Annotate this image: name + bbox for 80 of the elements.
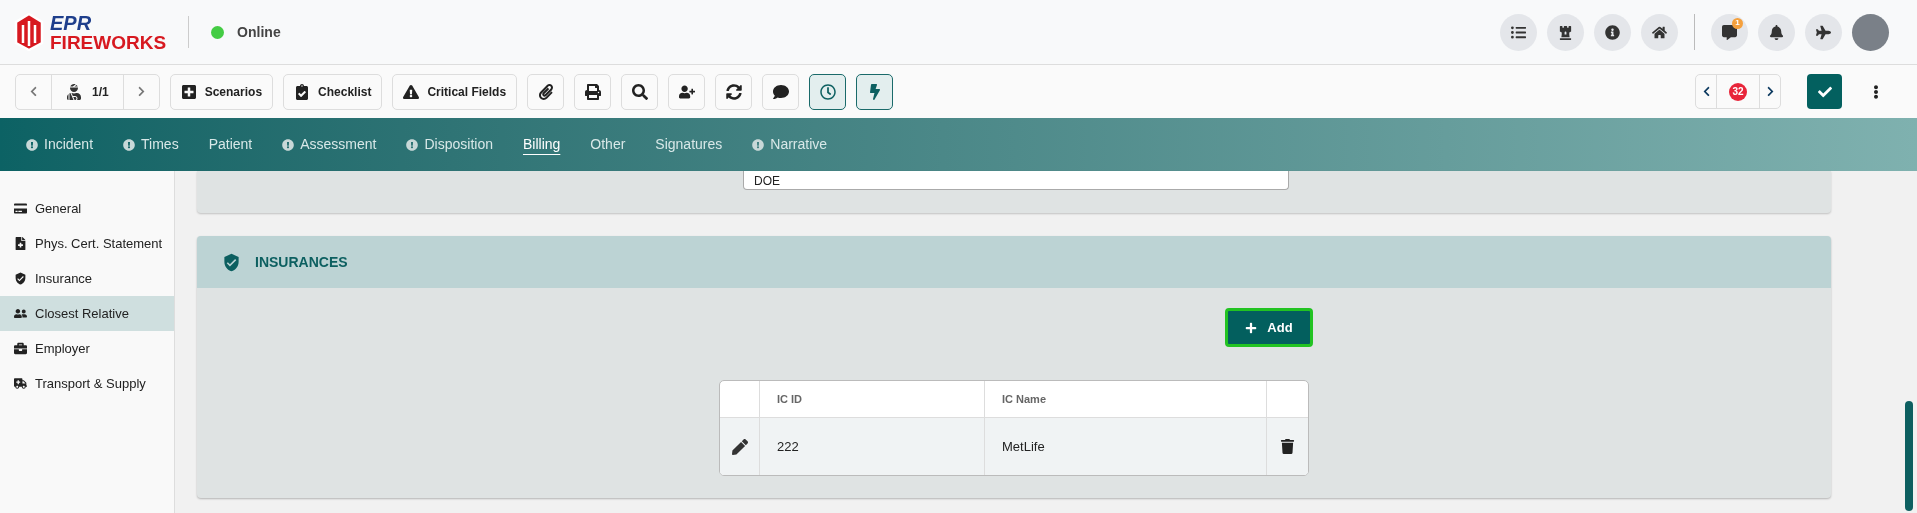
people-icon bbox=[14, 307, 27, 320]
status-label: Online bbox=[237, 22, 281, 42]
ambulance-icon bbox=[14, 377, 27, 390]
column-header: IC ID bbox=[777, 391, 803, 407]
document-icon bbox=[14, 237, 27, 250]
tab[interactable]: Disposition bbox=[406, 134, 493, 155]
rook-icon bbox=[1558, 24, 1573, 40]
tab[interactable]: Incident bbox=[26, 134, 94, 155]
tab[interactable]: Times bbox=[123, 134, 179, 155]
tab[interactable]: Patient bbox=[208, 134, 253, 155]
table-cell-text: 222 bbox=[777, 437, 799, 456]
scrollbar-thumb[interactable] bbox=[1904, 401, 1913, 511]
messages-button[interactable] bbox=[1711, 13, 1748, 51]
edit-button[interactable] bbox=[731, 438, 748, 455]
toolbar-button[interactable]: Checklist bbox=[283, 73, 383, 110]
alert-icon bbox=[282, 138, 295, 151]
card-icon bbox=[14, 202, 27, 215]
sidebar-item[interactable]: Employer bbox=[0, 331, 174, 366]
logo-icon bbox=[14, 13, 44, 51]
delete-button[interactable] bbox=[1280, 439, 1295, 454]
alert-icon bbox=[752, 138, 765, 151]
sidebar-item[interactable]: Closest Relative bbox=[0, 296, 174, 331]
sidebar-item[interactable]: Transport & Supply bbox=[0, 366, 174, 401]
info-button[interactable] bbox=[1594, 13, 1631, 51]
count-badge: 32 bbox=[1729, 82, 1747, 101]
add-button[interactable]: Add bbox=[1225, 308, 1313, 347]
plus-icon bbox=[1245, 321, 1258, 334]
patient-icon bbox=[66, 83, 82, 100]
comment-icon bbox=[772, 83, 789, 100]
plane-icon bbox=[1816, 24, 1831, 40]
notification-badge: 1 bbox=[1732, 17, 1743, 29]
list-icon bbox=[1511, 24, 1526, 40]
shield-check-icon bbox=[222, 252, 241, 272]
paperclip-icon bbox=[537, 83, 554, 100]
tab[interactable]: Other bbox=[590, 134, 626, 155]
sidebar-item[interactable]: Phys. Cert. Statement bbox=[0, 226, 174, 261]
toolbar-icon-button[interactable] bbox=[809, 73, 847, 110]
home-icon bbox=[1652, 24, 1667, 40]
record-counter: 1/1 bbox=[51, 74, 124, 109]
print-icon bbox=[584, 83, 601, 100]
shield-icon bbox=[14, 272, 27, 285]
input-field[interactable]: DOE bbox=[743, 171, 1289, 190]
sidebar-item[interactable]: General bbox=[0, 191, 174, 226]
rook-button[interactable] bbox=[1547, 13, 1584, 51]
warning-icon bbox=[403, 83, 420, 100]
tab[interactable]: Billing bbox=[522, 134, 561, 155]
alert-icon bbox=[123, 138, 136, 151]
info-icon bbox=[1605, 24, 1620, 40]
toolbar-button[interactable]: Critical Fields bbox=[392, 73, 518, 110]
confirm-button[interactable] bbox=[1807, 74, 1842, 109]
logo-text: FIREWORKS bbox=[50, 32, 167, 52]
toolbar-icon-button[interactable] bbox=[856, 73, 894, 110]
add-user-icon bbox=[678, 83, 695, 100]
logo-text: EPR bbox=[50, 12, 93, 33]
column-header: IC Name bbox=[1002, 391, 1047, 407]
refresh-icon bbox=[725, 83, 742, 100]
list-button[interactable] bbox=[1500, 13, 1537, 51]
bell-icon bbox=[1769, 24, 1784, 40]
notifications-button[interactable] bbox=[1758, 13, 1795, 51]
briefcase-icon bbox=[14, 342, 27, 355]
tab[interactable]: Assessment bbox=[282, 134, 377, 155]
search-icon bbox=[631, 83, 648, 100]
toolbar-button[interactable]: Scenarios bbox=[169, 73, 274, 110]
alert-icon bbox=[406, 138, 419, 151]
sidebar-item[interactable]: Insurance bbox=[0, 261, 174, 296]
plane-button[interactable] bbox=[1805, 13, 1842, 51]
avatar[interactable] bbox=[1852, 13, 1889, 51]
check-icon bbox=[1817, 84, 1832, 99]
tab[interactable]: Narrative bbox=[752, 134, 828, 155]
comment-icon bbox=[1722, 24, 1737, 40]
chevron-left-icon bbox=[28, 86, 39, 97]
table-cell-text: MetLife bbox=[1002, 437, 1045, 456]
trash-icon bbox=[1280, 439, 1295, 454]
home-button[interactable] bbox=[1641, 13, 1678, 51]
alert-icon bbox=[26, 138, 38, 151]
section-title: INSURANCES bbox=[255, 252, 348, 272]
tab[interactable]: Signatures bbox=[655, 134, 723, 155]
clipboard-check-icon bbox=[294, 83, 311, 100]
pen-icon bbox=[731, 438, 748, 455]
clock-icon bbox=[819, 83, 836, 100]
